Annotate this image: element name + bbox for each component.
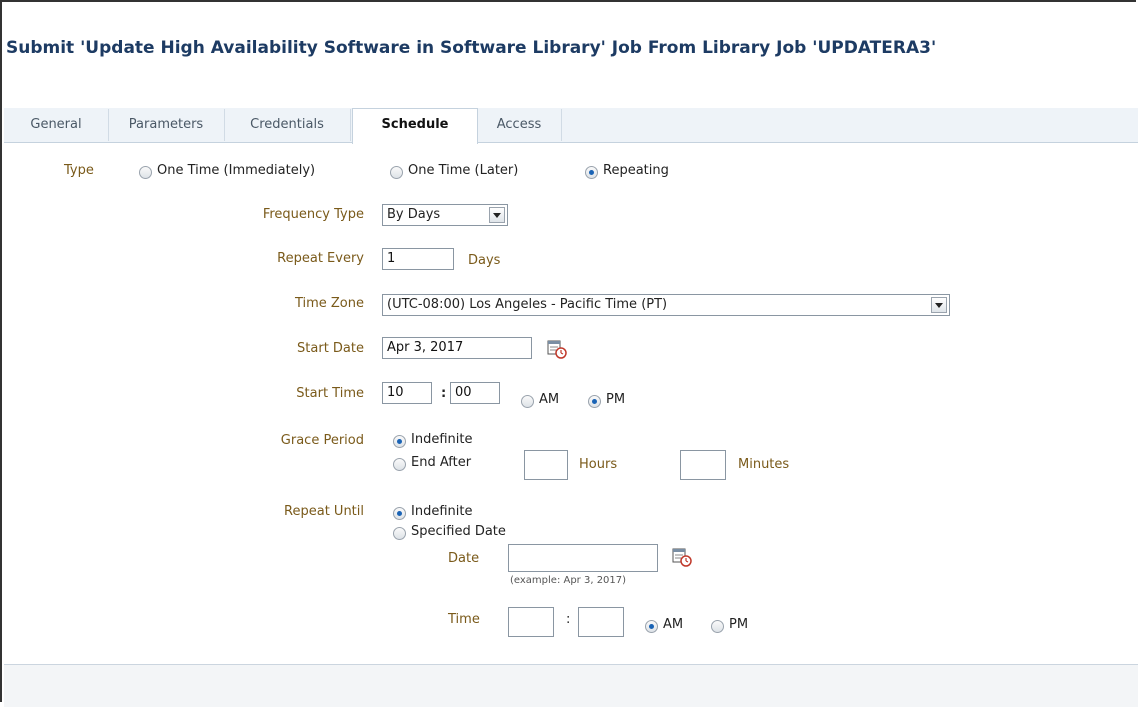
repeat-until-minute-input[interactable]	[578, 607, 624, 637]
dialog-frame: Submit 'Update High Availability Softwar…	[0, 0, 1138, 707]
type-repeating-radio[interactable]	[585, 166, 598, 179]
start-time-label: Start Time	[296, 386, 364, 401]
repeat-every-label: Repeat Every	[277, 251, 364, 266]
start-time-pm-radio[interactable]	[588, 395, 601, 408]
repeat-until-time-label: Time	[448, 612, 480, 627]
chevron-down-icon	[489, 207, 505, 223]
time-zone-value: (UTC-08:00) Los Angeles - Pacific Time (…	[387, 297, 668, 312]
type-one-time-later-label: One Time (Later)	[408, 163, 519, 178]
grace-period-indefinite-radio[interactable]	[393, 435, 406, 448]
repeat-until-specified-date-radio[interactable]	[393, 527, 406, 540]
start-time-am-radio[interactable]	[521, 395, 534, 408]
grace-period-end-after-radio[interactable]	[393, 458, 406, 471]
grace-period-hours-input[interactable]	[524, 450, 568, 480]
tab-access[interactable]: Access	[477, 109, 562, 141]
start-date-input[interactable]: Apr 3, 2017	[382, 337, 532, 359]
grace-period-label: Grace Period	[280, 433, 364, 448]
grace-period-minutes-label: Minutes	[738, 457, 790, 472]
footer-bar	[4, 664, 1138, 707]
repeat-until-date-label: Date	[448, 551, 480, 566]
frequency-type-value: By Days	[387, 207, 441, 222]
tab-schedule[interactable]: Schedule	[352, 108, 478, 144]
repeat-every-unit: Days	[468, 253, 501, 268]
repeat-until-label: Repeat Until	[284, 504, 364, 519]
type-one-time-immediately-label: One Time (Immediately)	[157, 163, 316, 178]
frequency-type-label: Frequency Type	[262, 207, 364, 222]
repeat-until-am-radio[interactable]	[645, 620, 658, 633]
repeat-until-date-example: (example: Apr 3, 2017)	[510, 575, 627, 586]
repeat-until-date-input[interactable]	[508, 544, 658, 572]
start-date-label: Start Date	[297, 341, 364, 356]
type-one-time-later-radio[interactable]	[390, 166, 403, 179]
calendar-icon[interactable]	[672, 547, 692, 567]
grace-period-end-after-label: End After	[411, 455, 472, 470]
repeat-until-pm-radio[interactable]	[711, 620, 724, 633]
chevron-down-icon	[931, 297, 947, 313]
start-time-am-label: AM	[539, 392, 560, 407]
calendar-icon[interactable]	[547, 339, 567, 359]
repeat-until-pm-label: PM	[729, 617, 749, 632]
tab-general[interactable]: General	[4, 109, 109, 141]
grace-period-indefinite-label: Indefinite	[411, 432, 473, 447]
type-label: Type	[64, 163, 94, 178]
tab-bar: General Parameters Credentials Schedule …	[4, 108, 1138, 144]
start-time-separator: :	[441, 386, 447, 401]
repeat-until-specified-date-label: Specified Date	[411, 524, 506, 539]
page-title: Submit 'Update High Availability Softwar…	[6, 38, 937, 58]
start-time-hour-input[interactable]: 10	[382, 382, 432, 404]
tab-parameters[interactable]: Parameters	[108, 109, 225, 141]
repeat-until-indefinite-radio[interactable]	[393, 507, 406, 520]
frequency-type-select[interactable]: By Days	[382, 204, 508, 226]
grace-period-hours-label: Hours	[579, 457, 618, 472]
time-zone-select[interactable]: (UTC-08:00) Los Angeles - Pacific Time (…	[382, 294, 950, 316]
start-time-minute-input[interactable]: 00	[450, 382, 500, 404]
repeat-every-input[interactable]: 1	[382, 248, 454, 270]
repeat-until-am-label: AM	[663, 617, 684, 632]
type-repeating-label: Repeating	[603, 163, 669, 178]
tab-credentials[interactable]: Credentials	[224, 109, 351, 141]
repeat-until-indefinite-label: Indefinite	[411, 504, 473, 519]
type-one-time-immediately-radio[interactable]	[139, 166, 152, 179]
repeat-until-time-separator: :	[566, 612, 571, 627]
time-zone-label: Time Zone	[294, 296, 364, 311]
grace-period-minutes-input[interactable]	[680, 450, 726, 480]
start-time-pm-label: PM	[606, 392, 626, 407]
repeat-until-hour-input[interactable]	[508, 607, 554, 637]
